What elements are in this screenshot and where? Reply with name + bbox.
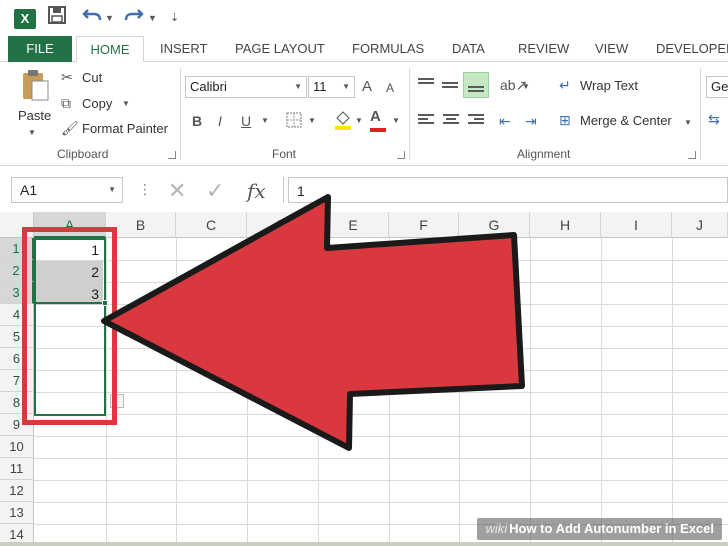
watermark: wiki How to Add Autonumber in Excel (477, 518, 722, 540)
pointer-arrow-icon (101, 194, 525, 451)
watermark-brand: wiki (485, 521, 508, 536)
excel-window: X ▼ ▼ ⇣ FILE HOME INSERT PAGE LAYOUT FOR… (0, 0, 728, 546)
bottom-strip (0, 542, 728, 546)
watermark-title: How to Add Autonumber in Excel (509, 521, 714, 536)
